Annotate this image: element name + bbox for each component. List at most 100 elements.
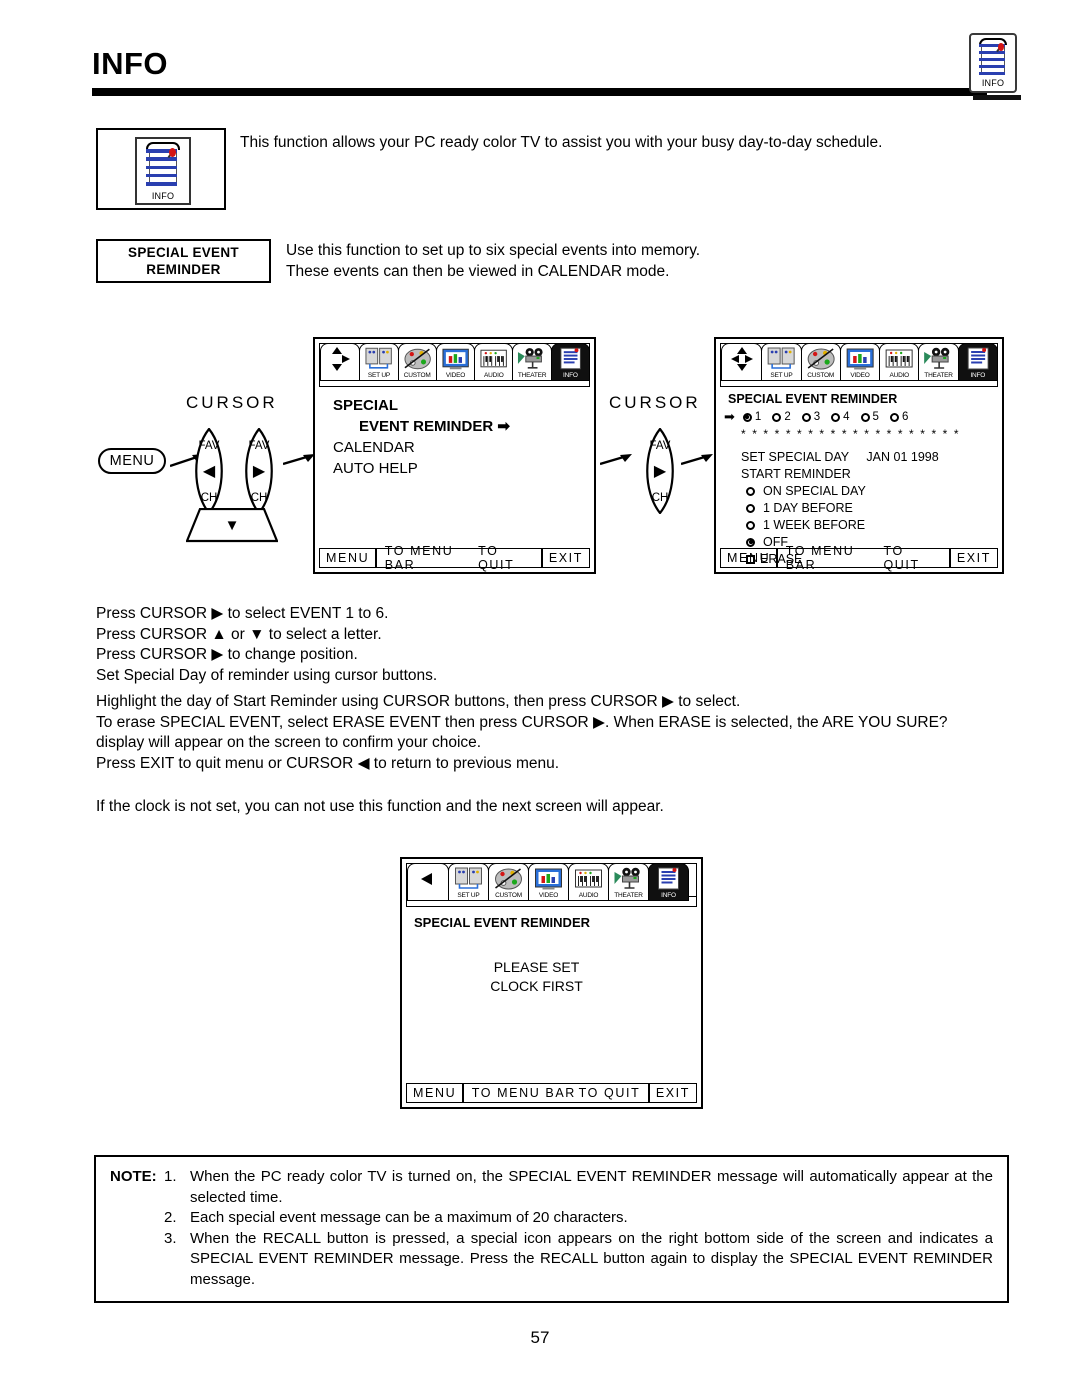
tv2-event-2[interactable]: 2 <box>772 409 791 425</box>
tv2-tab-info-label: INFO <box>970 372 986 379</box>
instructions-block-1: Press CURSOR ▶ to select EVENT 1 to 6. P… <box>96 604 996 686</box>
instruction-line-8: Press EXIT to quit menu or CURSOR ◀ to r… <box>96 754 560 772</box>
cursor-down-button: ▼ <box>185 507 279 544</box>
tv2-tab-video[interactable]: VIDEO <box>839 343 881 381</box>
tv3-nav-left-arrow-icon <box>411 866 445 891</box>
tv2-special-day-row[interactable]: SET SPECIAL DAY JAN 01 1998 <box>716 449 1002 465</box>
tv1-bottom-to-menu-bar: TO MENU BAR <box>384 544 454 572</box>
note-item-1: NOTE: 1. When the PC ready color TV is t… <box>110 1167 993 1208</box>
tv2-nav-tab[interactable] <box>721 343 763 381</box>
tv2-nav-arrows-icon <box>725 346 758 371</box>
tv3-tab-audio[interactable]: AUDIO <box>568 863 609 901</box>
tv1-bottom-bar: MENU TO MENU BAR TO QUIT EXIT <box>319 544 590 572</box>
audio-keyboard-icon <box>573 867 604 891</box>
tv1-tab-info[interactable]: INFO <box>550 343 591 381</box>
tv1-item-auto-help[interactable]: AUTO HELP <box>333 458 594 479</box>
tv2-tab-theater-label: THEATER <box>924 372 953 379</box>
tv1-bottom-exit[interactable]: EXIT <box>543 551 589 565</box>
tv1-tab-custom[interactable]: CUSTOM <box>397 343 437 381</box>
tv2-bottom-to-menu-bar: TO MENU BAR <box>785 544 855 572</box>
tv3-bottom-bar: MENU TO MENU BAR TO QUIT EXIT <box>406 1083 697 1103</box>
cursor-left-ch-label: CH <box>200 492 218 504</box>
instruction-line-3: Press CURSOR ▶ to change position. <box>96 646 358 663</box>
tv2-event-3[interactable]: 3 <box>801 409 820 425</box>
instruction-line-7: display will appear on the screen to con… <box>96 734 482 751</box>
tv1-tab-video[interactable]: VIDEO <box>435 343 476 381</box>
cursor-left-fav-label: FAV <box>198 440 220 452</box>
tv2-message-field[interactable]: * * * * * * * * * * * * * * * * * * * * <box>716 426 1002 442</box>
tv1-nav-tab[interactable] <box>320 343 361 381</box>
tv1-tab-audio[interactable]: AUDIO <box>474 343 514 381</box>
tv2-option-1-week-before[interactable]: 1 WEEK BEFORE <box>716 517 1002 533</box>
theater-projector-icon <box>923 347 953 371</box>
tv2-bottom-menu[interactable]: MENU <box>721 551 776 565</box>
tv3-message-line2: CLOCK FIRST <box>490 978 583 994</box>
tv2-bottom-exit[interactable]: EXIT <box>951 551 997 565</box>
audio-keyboard-icon <box>479 347 508 371</box>
tv3-tab-theater[interactable]: THEATER <box>608 863 649 901</box>
theater-projector-icon <box>517 347 546 371</box>
tv3-tab-custom[interactable]: CUSTOM <box>488 863 529 901</box>
tv2-heading: SPECIAL EVENT REMINDER <box>728 392 898 406</box>
info-notepad-icon <box>653 867 684 891</box>
setup-icon <box>453 867 484 891</box>
tv2-event-1[interactable]: 1 <box>742 409 761 425</box>
info-notepad-icon <box>963 347 993 371</box>
tv3-tab-video-label: VIDEO <box>538 892 559 899</box>
flow-arrow-4 <box>681 454 713 466</box>
tv1-bottom-menu[interactable]: MENU <box>320 551 375 565</box>
tv1-tab-theater-label: THEATER <box>517 372 547 379</box>
note-item-1-text: When the PC ready color TV is turned on,… <box>190 1168 993 1206</box>
cursor-right2-ch-label: CH <box>651 492 669 504</box>
note-item-3: 3. When the RECALL button is pressed, a … <box>110 1229 993 1291</box>
note-item-1-number: 1. <box>164 1168 177 1185</box>
cursor-left-arrow-icon: ◀ <box>202 463 216 480</box>
tv1-item-event-reminder[interactable]: EVENT REMINDER ➡ <box>333 416 594 437</box>
tv2-tab-audio[interactable]: AUDIO <box>879 343 920 381</box>
tv3-message-line1: PLEASE SET <box>493 959 580 975</box>
tv1-tab-info-label: INFO <box>563 372 578 379</box>
tv2-event-6[interactable]: 6 <box>889 409 908 425</box>
radio-icon-selected <box>746 537 755 547</box>
cursor-right2-fav-label: FAV <box>649 440 671 452</box>
tv1-tab-setup-label: SET UP <box>367 372 390 379</box>
manual-page: INFO INFO INFO This function allows your… <box>0 0 1080 1397</box>
tv2-tab-theater[interactable]: THEATER <box>918 343 959 381</box>
feature-description: Use this function to set up to six speci… <box>286 240 986 282</box>
tv1-tab-setup[interactable]: SET UP <box>359 343 399 381</box>
tv2-option-on-special-day[interactable]: ON SPECIAL DAY <box>716 483 1002 499</box>
flow-arrow-3 <box>600 454 632 466</box>
tv1-nav-arrows-icon <box>324 346 356 371</box>
tv2-option-1-day-before[interactable]: 1 DAY BEFORE <box>716 500 1002 516</box>
tv2-event-4[interactable]: 4 <box>831 409 850 425</box>
tv2-tab-video-label: VIDEO <box>850 372 870 379</box>
tv3-nav-tab[interactable] <box>407 863 449 901</box>
cursor-right2-arrow-icon: ▶ <box>653 463 667 480</box>
instructions-block-2: Highlight the day of Start Reminder usin… <box>96 692 1008 774</box>
instructions-block-3: If the clock is not set, you can not use… <box>96 798 664 815</box>
tv3-tab-video[interactable]: VIDEO <box>528 863 569 901</box>
tv3-menu-bar: SET UP CUSTOM VIDEO AUDIO THEATER INFO <box>406 863 697 907</box>
note-item-3-number: 3. <box>164 1229 177 1247</box>
tv1-menu-list: SPECIAL EVENT REMINDER ➡ CALENDAR AUTO H… <box>315 395 594 479</box>
tv3-tab-info[interactable]: INFO <box>648 863 689 901</box>
tv1-item-special[interactable]: SPECIAL <box>333 395 594 416</box>
tv2-tab-custom[interactable]: CUSTOM <box>800 343 841 381</box>
tv2-tab-info[interactable]: INFO <box>957 343 998 381</box>
tv2-option-1-week-before-label: 1 WEEK BEFORE <box>763 518 866 532</box>
tv1-tab-theater[interactable]: THEATER <box>512 343 552 381</box>
intro-icon-label: INFO <box>151 191 175 201</box>
tv1-item-calendar[interactable]: CALENDAR <box>333 437 594 458</box>
tv3-bottom-menu[interactable]: MENU <box>407 1086 462 1100</box>
tv2-special-day-value: JAN 01 1998 <box>866 450 939 464</box>
tv3-tab-setup[interactable]: SET UP <box>448 863 489 901</box>
tv2-tab-setup[interactable]: SET UP <box>761 343 802 381</box>
tv3-tab-setup-label: SET UP <box>457 892 480 899</box>
intro-icon-box: INFO <box>96 128 226 210</box>
tv2-event-selector: ➡ 1 2 3 4 5 6 <box>716 409 1002 425</box>
tv3-tab-custom-label: CUSTOM <box>495 892 522 899</box>
tv2-event-5[interactable]: 5 <box>860 409 879 425</box>
note-item-3-text: When the RECALL button is pressed, a spe… <box>190 1229 993 1288</box>
video-monitor-icon <box>441 347 470 371</box>
tv3-bottom-exit[interactable]: EXIT <box>650 1086 696 1100</box>
